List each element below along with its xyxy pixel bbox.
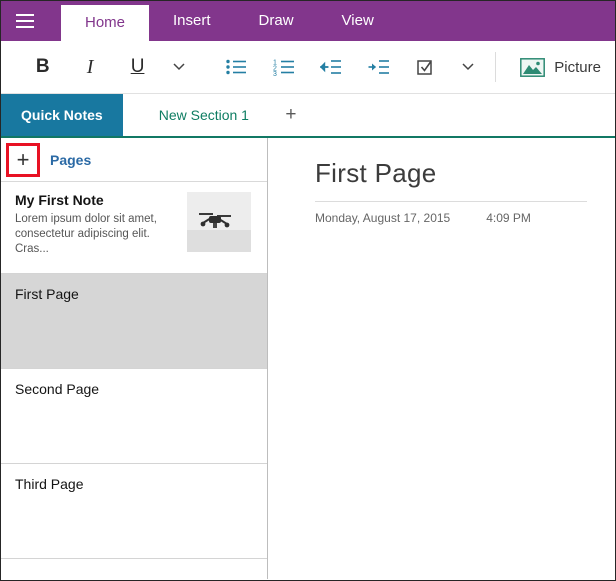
onenote-window: Home Insert Draw View B I U 1 2	[0, 0, 616, 581]
page-item-third-page[interactable]: Third Page	[1, 464, 267, 559]
increase-indent-icon	[368, 58, 390, 76]
font-options-expand-button[interactable]	[161, 46, 197, 88]
formatting-toolbar: B I U 1 2 3	[1, 41, 615, 94]
italic-button[interactable]: I	[66, 46, 113, 88]
todo-checkbox-icon	[416, 58, 436, 76]
ribbon-tab-draw[interactable]: Draw	[235, 1, 318, 41]
page-item-my-first-note[interactable]: My First Note Lorem ipsum dolor sit amet…	[1, 182, 267, 274]
note-page-title[interactable]: First Page	[315, 158, 615, 189]
pages-sidebar: + Pages My First Note Lorem ipsum dolor …	[1, 138, 268, 579]
paragraph-options-expand-button[interactable]	[450, 46, 486, 88]
page-item-first-page[interactable]: First Page	[1, 274, 267, 369]
page-item-title: First Page	[15, 286, 255, 302]
hamburger-menu-button[interactable]	[1, 1, 49, 41]
page-list: My First Note Lorem ipsum dolor sit amet…	[1, 182, 267, 579]
title-underline	[315, 201, 587, 202]
hamburger-icon	[16, 14, 34, 16]
chevron-down-icon	[462, 63, 474, 71]
ribbon-tabs: Home Insert Draw View	[61, 1, 398, 41]
page-item-title: My First Note	[15, 192, 165, 208]
bold-button[interactable]: B	[19, 46, 66, 88]
page-item-text: My First Note Lorem ipsum dolor sit amet…	[15, 192, 165, 273]
bullet-list-icon	[225, 58, 247, 76]
note-editor[interactable]: First Page Monday, August 17, 2015 4:09 …	[268, 138, 615, 579]
chevron-down-icon	[173, 63, 185, 71]
underline-button[interactable]: U	[114, 46, 161, 88]
note-time: 4:09 PM	[486, 211, 531, 225]
add-page-button[interactable]: +	[9, 146, 37, 174]
page-item-second-page[interactable]: Second Page	[1, 369, 267, 464]
page-item-title: Third Page	[15, 476, 255, 492]
add-section-button[interactable]: +	[269, 94, 313, 136]
page-item-preview: Lorem ipsum dolor sit amet, consectetur …	[15, 212, 165, 257]
section-tab-bar: Quick Notes New Section 1 +	[1, 94, 615, 138]
bullet-list-button[interactable]	[213, 46, 260, 88]
numbered-list-button[interactable]: 1 2 3	[260, 46, 307, 88]
section-tab-quick-notes[interactable]: Quick Notes	[1, 94, 123, 136]
toolbar-divider	[495, 52, 496, 82]
increase-indent-button[interactable]	[355, 46, 402, 88]
highlight-box: +	[6, 143, 40, 177]
note-date: Monday, August 17, 2015	[315, 211, 450, 225]
pages-header-label: Pages	[50, 152, 91, 168]
page-item-title: Second Page	[15, 381, 255, 397]
decrease-indent-icon	[320, 58, 342, 76]
ribbon-tab-view[interactable]: View	[318, 1, 398, 41]
section-tab-new-section-1[interactable]: New Section 1	[139, 94, 269, 136]
ribbon-tab-home[interactable]: Home	[61, 5, 149, 41]
picture-icon	[520, 58, 545, 77]
ribbon-tab-bar: Home Insert Draw View	[1, 1, 615, 41]
page-thumbnail	[187, 192, 251, 252]
ribbon-tab-insert[interactable]: Insert	[149, 1, 235, 41]
drone-photo-thumbnail	[187, 192, 251, 252]
picture-button-label: Picture	[554, 59, 601, 76]
decrease-indent-button[interactable]	[307, 46, 354, 88]
note-metadata: Monday, August 17, 2015 4:09 PM	[315, 211, 615, 225]
insert-picture-button[interactable]: Picture	[506, 46, 615, 88]
svg-text:3: 3	[273, 71, 277, 76]
todo-tag-button[interactable]	[402, 46, 449, 88]
pages-header: + Pages	[1, 138, 267, 182]
content-area: + Pages My First Note Lorem ipsum dolor …	[1, 138, 615, 579]
numbered-list-icon: 1 2 3	[273, 58, 295, 76]
